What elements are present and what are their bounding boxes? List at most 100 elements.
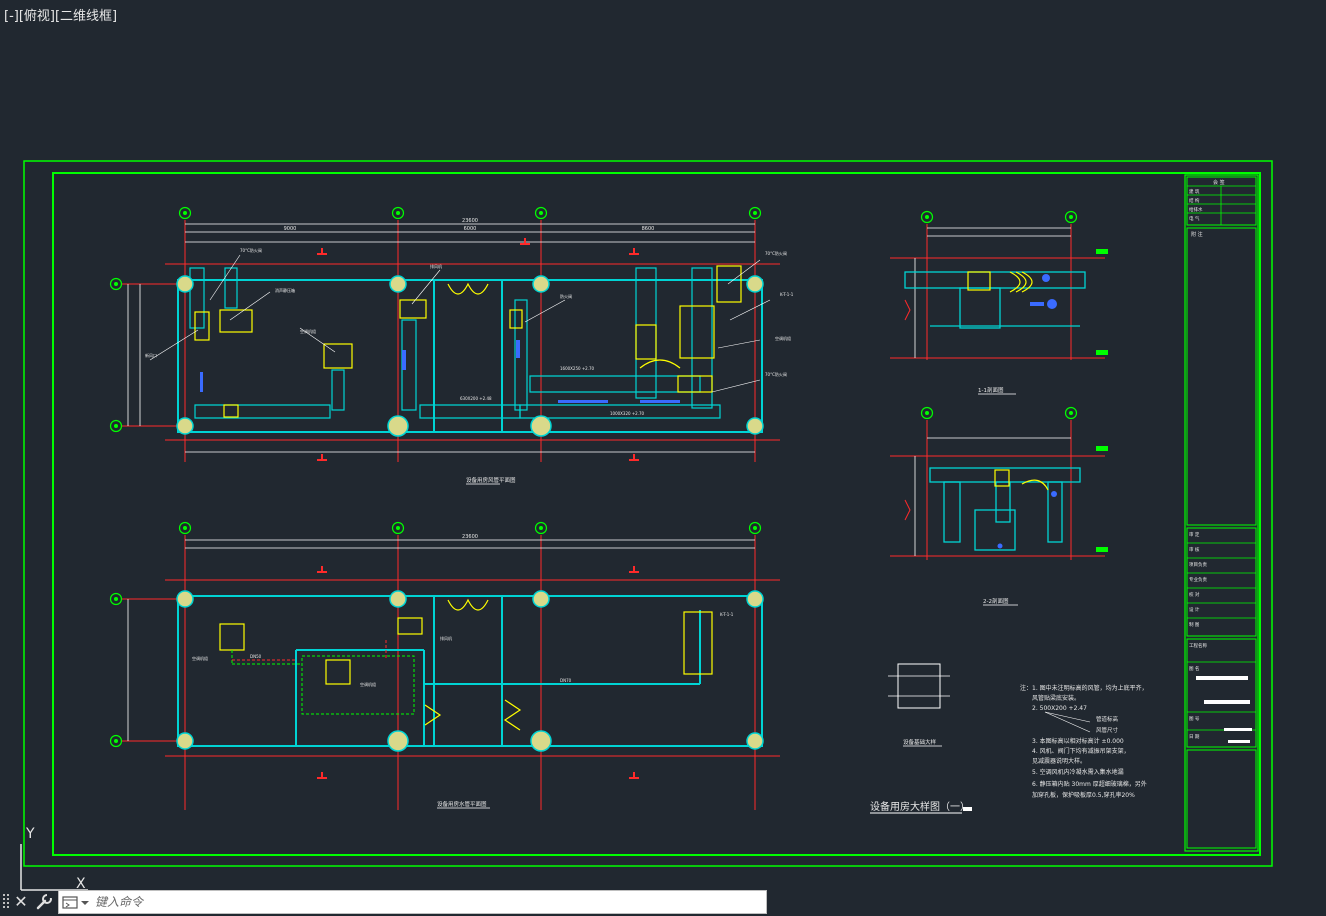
svg-text:K-T-1-1: K-T-1-1 [720, 612, 734, 617]
svg-text:K-T-1-1: K-T-1-1 [780, 292, 794, 297]
remarks-label: 附 注 [1191, 231, 1203, 238]
svg-text:DN50: DN50 [250, 654, 262, 659]
svg-text:1600X250 +2.70: 1600X250 +2.70 [560, 366, 595, 371]
section-marker [628, 565, 640, 573]
svg-text:5. 空调风机内冷凝水需入集水地漏: 5. 空调风机内冷凝水需入集水地漏 [1032, 768, 1124, 776]
svg-text:结 构: 结 构 [1189, 197, 1200, 204]
upper-total-dimension: 23600 [462, 218, 478, 224]
column [746, 275, 764, 293]
axis-bubble [534, 206, 548, 220]
axis-bubble [748, 206, 762, 220]
upper-span-dimension: 6000 [464, 226, 477, 232]
section-marker [519, 237, 531, 245]
section-marker [628, 771, 640, 779]
column [532, 275, 550, 293]
axis-bubble [920, 406, 934, 420]
column [746, 732, 764, 750]
column [176, 590, 194, 608]
svg-text:排风机: 排风机 [430, 263, 442, 269]
wrench-icon[interactable] [35, 893, 53, 911]
lower-total-dimension: 23600 [462, 534, 478, 540]
svg-text:1. 图中未注明标高的风管，均为上底平齐，: 1. 图中未注明标高的风管，均为上底平齐， [1032, 684, 1148, 692]
svg-text:空调机组: 空调机组 [775, 335, 791, 341]
svg-text:6. 静压箱内贴 30mm 厚超细玻璃棉，另外: 6. 静压箱内贴 30mm 厚超细玻璃棉，另外 [1032, 780, 1147, 788]
svg-text:加穿孔板，保护吸板厚0.5,穿孔率20%: 加穿孔板，保护吸板厚0.5,穿孔率20% [1032, 791, 1135, 799]
section-marker [628, 247, 640, 255]
upper-plan-title: 设备用房风管平面图 [466, 476, 516, 484]
command-input[interactable] [95, 892, 755, 912]
axis-bubble [391, 521, 405, 535]
ucs-icon: Y X [20, 826, 88, 892]
axis-bubble [534, 521, 548, 535]
upper-duct-plan[interactable]: 23600 9000 6000 8600 70°C防火阀 消声静压箱 空调机组 … [109, 206, 794, 485]
section-1-1[interactable]: 1-1剖面图 [890, 210, 1108, 395]
svg-text:制 图: 制 图 [1189, 621, 1200, 628]
svg-text:空调机组: 空调机组 [300, 328, 316, 334]
column [389, 275, 407, 293]
countersign-header: 会 签 [1213, 179, 1225, 186]
svg-text:设 计: 设 计 [1189, 606, 1200, 613]
svg-text:审 定: 审 定 [1189, 531, 1200, 538]
svg-text:消声静压箱: 消声静压箱 [275, 287, 295, 293]
axis-bubble [1064, 406, 1078, 420]
svg-text:DN70: DN70 [560, 678, 572, 683]
svg-text:注：: 注： [1020, 684, 1032, 692]
svg-text:审 核: 审 核 [1189, 546, 1200, 553]
axis-bubble [178, 206, 192, 220]
svg-text:管道标高: 管道标高 [1096, 715, 1119, 723]
detail-title: 设备基础大样 [903, 738, 937, 746]
svg-text:2. 500X200 +2.47: 2. 500X200 +2.47 [1032, 705, 1087, 712]
axis-bubble [391, 206, 405, 220]
svg-text:项目负责: 项目负责 [1189, 561, 1207, 568]
svg-text:风管贴梁底安装。: 风管贴梁底安装。 [1032, 694, 1080, 702]
upper-span-dimension: 8600 [642, 226, 655, 232]
axis-bubble [920, 210, 934, 224]
svg-text:70°C防火阀: 70°C防火阀 [765, 250, 787, 256]
svg-text:给排水: 给排水 [1189, 206, 1203, 213]
foundation-detail[interactable]: 设备基础大样 [888, 663, 950, 747]
svg-text:日 期: 日 期 [1189, 734, 1200, 740]
command-input-box[interactable] [58, 890, 767, 914]
section-2-title: 2-2剖面图 [983, 597, 1009, 605]
axis-bubble [109, 592, 123, 606]
svg-text:630X200 +2.48: 630X200 +2.48 [460, 396, 492, 401]
section-marker [316, 247, 328, 255]
svg-text:电 气: 电 气 [1189, 215, 1200, 222]
pipe-annotations: 空调机组 排风机 K-T-1-1 空调机组 DN70 DN50 [192, 612, 734, 687]
svg-text:新风口: 新风口 [145, 352, 157, 358]
column [176, 275, 194, 293]
section-marker [316, 453, 328, 461]
column [176, 732, 194, 750]
svg-text:1000X320 +2.70: 1000X320 +2.70 [610, 411, 645, 416]
svg-text:4. 风机、阀门下均有减振吊架支架，: 4. 风机、阀门下均有减振吊架支架， [1032, 747, 1130, 755]
svg-text:工程名称: 工程名称 [1189, 642, 1207, 649]
section-marker [316, 771, 328, 779]
column [532, 590, 550, 608]
svg-text:70°C防火阀: 70°C防火阀 [240, 247, 262, 253]
svg-text:空调机组: 空调机组 [192, 655, 208, 661]
svg-text:图 号: 图 号 [1189, 716, 1200, 722]
general-notes: 注： 1. 图中未注明标高的风管，均为上底平齐， 风管贴梁底安装。 2. 500… [1020, 684, 1148, 799]
axis-bubble [109, 734, 123, 748]
axis-bubble [1064, 210, 1078, 224]
command-history-icon[interactable] [62, 895, 92, 911]
svg-text:图 名: 图 名 [1189, 665, 1199, 672]
axis-bubble [109, 277, 123, 291]
column [746, 417, 764, 435]
lower-water-plan[interactable]: 23600 空调机组 排风机 K-T-1-1 空调机组 DN70 DN50 设备… [109, 521, 781, 811]
drawing-canvas[interactable]: 23600 9000 6000 8600 70°C防火阀 消声静压箱 空调机组 … [0, 0, 1326, 886]
column [176, 417, 194, 435]
title-block[interactable]: 会 签 建 筑 结 构 给排水 电 气 附 注 审 定 审 核 项目负责 专业负… [1184, 174, 1259, 852]
svg-text:排风机: 排风机 [440, 635, 452, 641]
section-2-2[interactable]: 2-2剖面图 [890, 406, 1108, 606]
axis-bubble [748, 521, 762, 535]
svg-text:校 对: 校 对 [1189, 591, 1200, 598]
svg-text:Y: Y [25, 826, 35, 842]
section-1-title: 1-1剖面图 [978, 386, 1004, 394]
axis-bubble [109, 419, 123, 433]
upper-span-dimension: 9000 [284, 226, 297, 232]
column [746, 590, 764, 608]
command-line-grip-icon[interactable] [2, 893, 10, 911]
close-icon[interactable]: ✕ [13, 893, 29, 911]
column [389, 590, 407, 608]
